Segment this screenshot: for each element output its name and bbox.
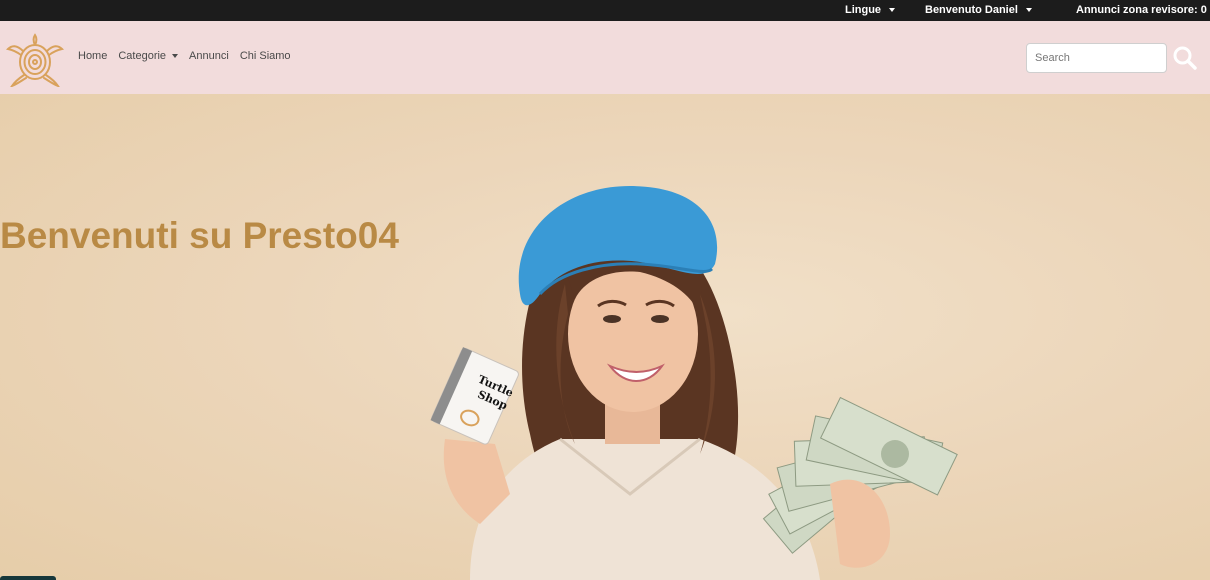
- nav-ads-label: Annunci: [189, 50, 229, 62]
- nav-categories-dropdown[interactable]: Categorie: [118, 50, 179, 62]
- nav-home-label: Home: [78, 50, 108, 62]
- corner-tab: [0, 576, 56, 580]
- search-icon[interactable]: [1172, 45, 1198, 71]
- languages-dropdown[interactable]: Lingue: [845, 4, 896, 16]
- nav-home[interactable]: Home: [78, 50, 107, 62]
- nav-about[interactable]: Chi Siamo: [240, 50, 291, 62]
- revisor-zone-link[interactable]: Annunci zona revisore: 0: [1076, 4, 1207, 16]
- user-dropdown[interactable]: Benvenuto Daniel: [925, 4, 1032, 16]
- chevron-down-icon: [172, 54, 179, 58]
- languages-label: Lingue: [845, 4, 882, 16]
- top-bar: Lingue Benvenuto Daniel Annunci zona rev…: [0, 0, 1210, 21]
- search-input[interactable]: [1026, 43, 1167, 73]
- nav-ads[interactable]: Annunci: [189, 50, 229, 62]
- chevron-down-icon: [1025, 8, 1032, 12]
- nav-categories-label: Categorie: [118, 50, 167, 62]
- turtle-logo-icon[interactable]: [5, 33, 65, 89]
- hero-banner: Turtle Shop Benvenuti su Presto04: [0, 94, 1210, 580]
- nav-links: Home Categorie Annunci Chi Siamo: [78, 50, 291, 62]
- main-navbar: Home Categorie Annunci Chi Siamo: [0, 21, 1210, 94]
- chevron-down-icon: [889, 8, 896, 12]
- hero-title: Benvenuti su Presto04: [0, 215, 399, 256]
- user-greeting: Benvenuto Daniel: [925, 4, 1018, 16]
- revisor-label: Annunci zona revisore: 0: [1076, 4, 1207, 16]
- nav-about-label: Chi Siamo: [239, 50, 291, 62]
- hero-image: Turtle Shop: [430, 186, 958, 580]
